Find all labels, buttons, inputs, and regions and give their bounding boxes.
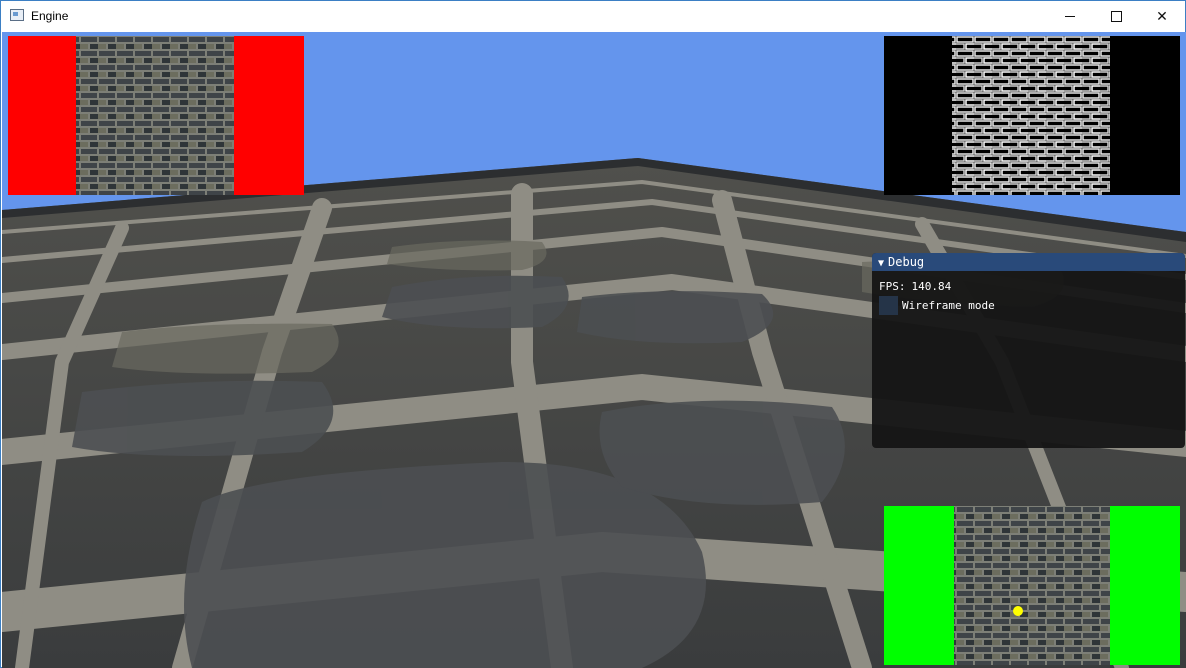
close-icon: ✕ [1156,7,1168,24]
close-button[interactable]: ✕ [1139,1,1185,31]
texture-preview-red [8,36,304,195]
app-window: Engine ✕ ▼ Debug FPS: 140.84 Wireframe m… [0,0,1186,668]
fps-readout: FPS: 140.84 [879,280,951,293]
wireframe-checkbox[interactable] [879,296,898,315]
minimize-button[interactable] [1047,1,1093,31]
maximize-button[interactable] [1093,1,1139,31]
render-viewport[interactable]: ▼ Debug FPS: 140.84 Wireframe mode [2,32,1186,668]
wireframe-toggle-row[interactable]: Wireframe mode [879,296,995,315]
minimize-icon [1065,15,1075,17]
fps-value: 140.84 [911,280,952,293]
debug-title: Debug [888,255,925,269]
texture-preview-green [884,506,1180,665]
texture-preview-edges [884,36,1180,195]
collapse-triangle-icon[interactable]: ▼ [878,255,884,273]
maximize-icon [1110,10,1122,22]
app-window-icon [10,9,24,21]
sample-marker [1013,606,1023,616]
debug-window[interactable]: ▼ Debug FPS: 140.84 Wireframe mode [872,253,1185,448]
window-title: Engine [31,9,69,23]
title-bar[interactable]: Engine ✕ [1,1,1185,31]
wireframe-label[interactable]: Wireframe mode [902,299,995,312]
debug-title-bar[interactable]: ▼ Debug [872,253,1185,271]
fps-label: FPS: [879,280,906,293]
